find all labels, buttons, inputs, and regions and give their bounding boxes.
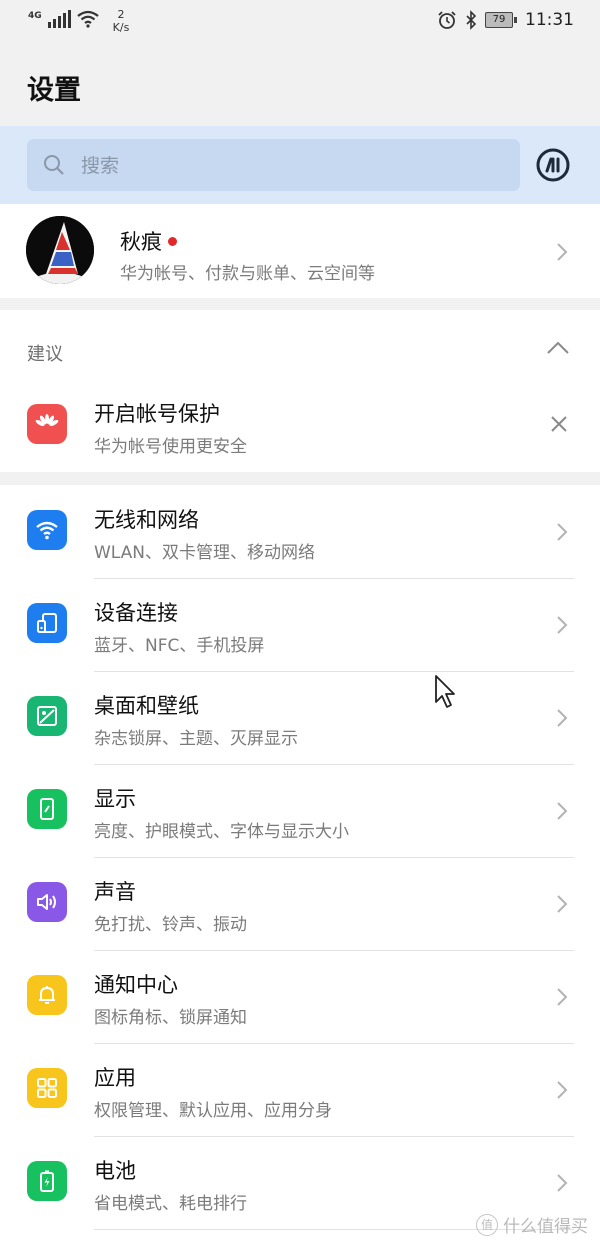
settings-list: 无线和网络 WLAN、双卡管理、移动网络 设备连接 蓝牙、NFC、手机投屏 桌面… — [0, 486, 600, 1230]
sound-icon — [27, 882, 67, 922]
item-title: 显示 — [94, 787, 136, 811]
search-box[interactable] — [27, 139, 520, 193]
section-gap — [0, 298, 600, 310]
chevron-right-icon — [557, 802, 568, 820]
item-subtitle: 杂志锁屏、主题、灭屏显示 — [94, 729, 298, 749]
item-subtitle: 图标角标、锁屏通知 — [94, 1008, 247, 1028]
page-title: 设置 — [27, 75, 81, 106]
item-subtitle: 省电模式、耗电排行 — [94, 1194, 247, 1214]
signal-icon — [47, 10, 71, 28]
apps-grid-icon — [27, 1068, 67, 1108]
notification-dot — [168, 236, 177, 246]
search-area — [0, 126, 600, 204]
settings-item-sound[interactable]: 声音 免打扰、铃声、振动 — [0, 858, 600, 951]
item-subtitle: 权限管理、默认应用、应用分身 — [94, 1101, 332, 1121]
alarm-icon — [438, 11, 456, 29]
chevron-right-icon — [557, 1081, 568, 1099]
battery-level: 79 — [485, 12, 513, 28]
watermark-logo-icon: 值 — [476, 1213, 498, 1236]
chevron-right-icon — [557, 1174, 568, 1192]
battery-status-icon: 79 — [485, 12, 517, 28]
item-subtitle: WLAN、双卡管理、移动网络 — [94, 543, 316, 563]
chevron-right-icon — [557, 523, 568, 541]
wifi-status-icon — [76, 10, 99, 28]
profile-name: 秋痕 — [120, 230, 162, 254]
suggestion-title: 开启帐号保护 — [94, 402, 220, 426]
settings-item-notifications[interactable]: 通知中心 图标角标、锁屏通知 — [0, 951, 600, 1044]
profile-name-row: 秋痕 — [120, 226, 177, 256]
status-right: 79 11:31 — [437, 10, 574, 30]
wifi-icon — [27, 510, 67, 550]
huawei-logo-icon — [27, 404, 67, 444]
search-input[interactable] — [79, 139, 503, 193]
settings-item-wireless[interactable]: 无线和网络 WLAN、双卡管理、移动网络 — [0, 486, 600, 579]
speed-value: 2 — [117, 8, 125, 21]
watermark-text: 什么值得买 — [503, 1217, 588, 1237]
settings-item-device-connection[interactable]: 设备连接 蓝牙、NFC、手机投屏 — [0, 579, 600, 672]
profile-subtitle: 华为帐号、付款与账单、云空间等 — [120, 264, 375, 284]
item-title: 电池 — [94, 1159, 136, 1183]
chevron-right-icon — [557, 988, 568, 1006]
watermark: 值 什么值得买 — [476, 1212, 588, 1237]
device-connect-icon — [27, 603, 67, 643]
chevron-right-icon — [557, 895, 568, 913]
item-title: 声音 — [94, 880, 136, 904]
item-title: 应用 — [94, 1066, 136, 1090]
app-header: 设置 — [0, 46, 600, 126]
bluetooth-icon — [466, 10, 477, 30]
bell-icon — [27, 975, 67, 1015]
suggestion-subtitle: 华为帐号使用更安全 — [94, 437, 247, 457]
item-title: 设备连接 — [94, 601, 178, 625]
chevron-right-icon — [557, 243, 568, 261]
clock: 11:31 — [525, 10, 574, 30]
chevron-up-icon[interactable] — [546, 341, 570, 355]
network-type: 4G — [28, 11, 42, 21]
close-icon[interactable] — [550, 415, 568, 433]
network-speed: 2 K/s — [113, 8, 130, 34]
chevron-right-icon — [557, 616, 568, 634]
settings-item-wallpaper[interactable]: 桌面和壁纸 杂志锁屏、主题、灭屏显示 — [0, 672, 600, 765]
item-title: 通知中心 — [94, 973, 178, 997]
account-profile-row[interactable]: 秋痕 华为帐号、付款与账单、云空间等 — [0, 204, 600, 298]
item-subtitle: 免打扰、铃声、振动 — [94, 915, 247, 935]
mouse-cursor-icon — [435, 675, 455, 708]
battery-icon — [27, 1161, 67, 1201]
settings-item-display[interactable]: 显示 亮度、护眼模式、字体与显示大小 — [0, 765, 600, 858]
chevron-right-icon — [557, 709, 568, 727]
avatar — [26, 216, 94, 284]
status-left: 4G 2 K/s — [28, 8, 129, 34]
item-subtitle: 亮度、护眼模式、字体与显示大小 — [94, 822, 349, 842]
status-bar: 4G 2 K/s 79 11:31 — [0, 0, 600, 46]
speed-unit: K/s — [112, 21, 130, 34]
wallpaper-icon — [27, 696, 67, 736]
section-gap — [0, 472, 600, 485]
suggestions-label: 建议 — [27, 344, 63, 365]
search-icon — [44, 155, 64, 175]
item-subtitle: 蓝牙、NFC、手机投屏 — [94, 636, 265, 656]
suggestion-account-protection[interactable]: 开启帐号保护 华为帐号使用更安全 — [0, 382, 600, 470]
hivoice-icon[interactable] — [536, 148, 570, 182]
display-icon — [27, 789, 67, 829]
settings-item-apps[interactable]: 应用 权限管理、默认应用、应用分身 — [0, 1044, 600, 1137]
item-title: 无线和网络 — [94, 508, 199, 532]
item-title: 桌面和壁纸 — [94, 694, 199, 718]
